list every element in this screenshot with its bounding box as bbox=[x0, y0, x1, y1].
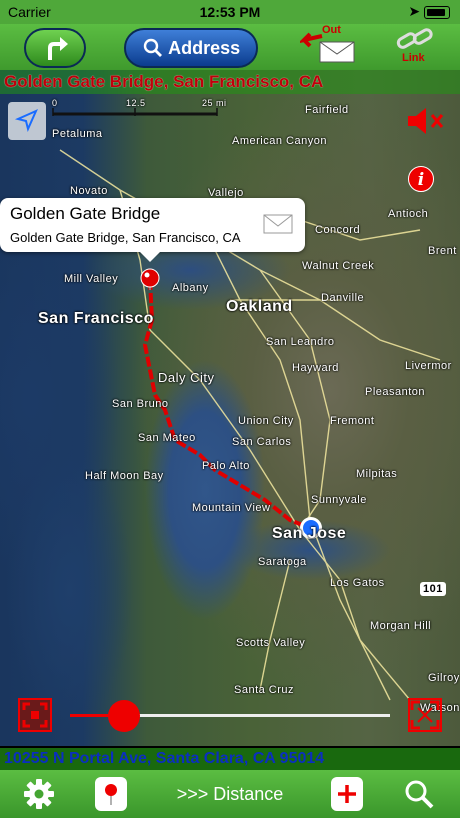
destination-banner: Golden Gate Bridge, San Francisco, CA bbox=[0, 70, 460, 94]
scale-bar: 0 12.5 25 mi bbox=[52, 98, 226, 116]
place-half-moon-bay: Half Moon Bay bbox=[85, 470, 164, 482]
address-button-label: Address bbox=[168, 38, 241, 58]
location-status-icon: ➤ bbox=[408, 3, 421, 19]
address-button[interactable]: Address bbox=[124, 28, 258, 68]
place-danville: Danville bbox=[321, 292, 365, 304]
add-waypoint-button[interactable] bbox=[331, 777, 363, 811]
place-san-jose: San Jose bbox=[272, 525, 347, 542]
place-gilroy: Gilroy bbox=[428, 672, 460, 684]
place-palo-alto: Palo Alto bbox=[202, 460, 250, 472]
place-san-carlos: San Carlos bbox=[232, 436, 292, 448]
mute-toggle[interactable] bbox=[404, 104, 448, 138]
place-san-mateo: San Mateo bbox=[138, 432, 196, 444]
gear-icon bbox=[24, 779, 54, 809]
place-mill-valley: Mill Valley bbox=[64, 273, 119, 285]
place-morgan-hill: Morgan Hill bbox=[370, 620, 432, 632]
place-scotts-valley: Scotts Valley bbox=[236, 637, 306, 649]
turn-right-arrow-icon bbox=[48, 37, 68, 60]
search-button[interactable] bbox=[402, 777, 438, 811]
route-and-roads bbox=[59, 149, 441, 701]
place-san-bruno: San Bruno bbox=[112, 398, 169, 410]
map-pin-icon bbox=[105, 784, 117, 805]
plus-icon bbox=[338, 785, 356, 803]
battery-icon bbox=[424, 5, 450, 19]
place-callout[interactable]: Golden Gate Bridge Golden Gate Bridge, S… bbox=[0, 198, 305, 262]
magnifier-icon bbox=[405, 780, 434, 809]
frame-corners-icon bbox=[18, 698, 52, 732]
out-share-button[interactable]: Out bbox=[297, 24, 358, 66]
settings-button[interactable] bbox=[22, 777, 56, 811]
info-icon: i bbox=[417, 170, 425, 190]
place-san-leandro: San Leandro bbox=[266, 336, 335, 348]
top-toolbar: Address Out Link bbox=[0, 24, 460, 70]
link-label: Link bbox=[402, 52, 425, 64]
map-view[interactable]: Petaluma Fairfield American Canyon Novat… bbox=[0, 70, 460, 746]
place-milpitas: Milpitas bbox=[356, 468, 398, 480]
zoom-slider-thumb[interactable] bbox=[108, 700, 140, 732]
place-walnut-creek: Walnut Creek bbox=[302, 260, 375, 272]
callout-title: Golden Gate Bridge bbox=[10, 204, 161, 223]
clock: 12:53 PM bbox=[199, 4, 261, 20]
place-livermore: Livermor bbox=[405, 360, 452, 372]
scale-tick-end: 25 mi bbox=[202, 98, 227, 108]
place-albany: Albany bbox=[172, 282, 209, 294]
place-fremont: Fremont bbox=[330, 415, 375, 427]
place-petaluma: Petaluma bbox=[52, 128, 103, 140]
callout-subtitle: Golden Gate Bridge, San Francisco, CA bbox=[10, 230, 241, 245]
link-button[interactable]: Link bbox=[392, 26, 442, 66]
place-hayward: Hayward bbox=[292, 362, 339, 374]
magnifier-icon bbox=[143, 38, 162, 57]
expand-icon bbox=[408, 698, 442, 732]
place-american-canyon: American Canyon bbox=[232, 135, 327, 147]
place-novato: Novato bbox=[70, 185, 108, 197]
place-union-city: Union City bbox=[238, 415, 294, 427]
out-label: Out bbox=[322, 24, 341, 36]
place-san-francisco: San Francisco bbox=[38, 310, 154, 327]
place-pleasanton: Pleasanton bbox=[365, 386, 426, 398]
place-brentwood: Brent bbox=[428, 245, 457, 257]
place-los-gatos: Los Gatos bbox=[330, 577, 385, 589]
place-fairfield: Fairfield bbox=[305, 104, 349, 116]
place-mountain-view: Mountain View bbox=[192, 502, 271, 514]
expand-view-button[interactable] bbox=[408, 698, 442, 732]
info-button[interactable]: i bbox=[408, 166, 434, 192]
highway-101-shield: 101 bbox=[420, 582, 446, 596]
locate-me-button[interactable] bbox=[8, 102, 46, 140]
fit-route-button[interactable] bbox=[18, 698, 52, 732]
place-sunnyvale: Sunnyvale bbox=[311, 494, 367, 506]
turn-directions-button[interactable] bbox=[24, 28, 86, 68]
envelope-icon[interactable] bbox=[263, 214, 293, 234]
route-line bbox=[142, 279, 311, 530]
status-icons: ➤ bbox=[408, 3, 450, 20]
status-bar: Carrier 12:53 PM ➤ bbox=[0, 0, 460, 24]
scale-tick-0: 0 bbox=[52, 98, 58, 108]
place-daly-city: Daly City bbox=[158, 370, 215, 385]
place-concord: Concord bbox=[315, 224, 361, 236]
location-arrow-icon bbox=[14, 109, 38, 133]
speaker-muted-icon bbox=[408, 108, 444, 134]
drop-pin-button[interactable] bbox=[95, 777, 127, 811]
scale-tick-mid: 12.5 bbox=[126, 98, 146, 108]
distance-button[interactable]: >>> Distance bbox=[150, 777, 310, 811]
place-saratoga: Saratoga bbox=[258, 556, 307, 568]
zoom-slider-row bbox=[0, 696, 460, 736]
place-santa-cruz: Santa Cruz bbox=[234, 684, 295, 696]
bottom-toolbar: >>> Distance bbox=[0, 770, 460, 818]
place-antioch: Antioch bbox=[388, 208, 429, 220]
place-oakland: Oakland bbox=[226, 298, 293, 315]
current-address-banner: 10255 N Portal Ave, Santa Clara, CA 9501… bbox=[0, 748, 460, 770]
